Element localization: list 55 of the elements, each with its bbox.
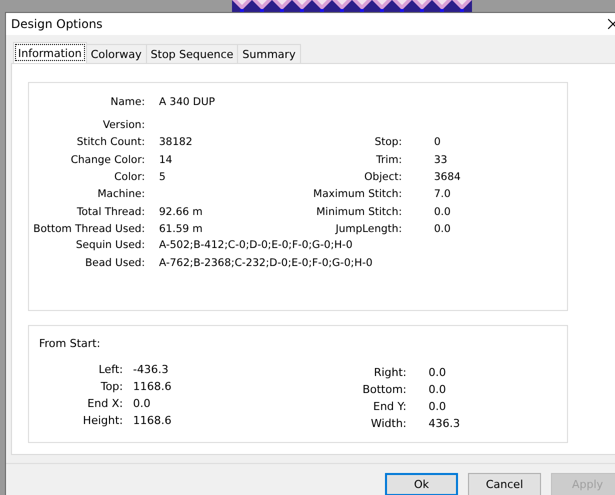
tab[interactable]: Information	[13, 42, 87, 64]
field-value: 0.0	[428, 366, 447, 380]
field-label: Trim:	[375, 154, 402, 166]
field-label: Total Thread:	[76, 206, 145, 218]
field-value: A-502;B-412;C-0;D-0;E-0;F-0;G-0;H-0	[159, 239, 354, 252]
tab[interactable]: Summary	[237, 44, 301, 64]
field-label: Height:	[82, 414, 123, 428]
field-value: 1168.6	[133, 380, 172, 394]
field-value: 92.66 m	[159, 206, 204, 218]
field-value: 436.3	[428, 417, 460, 430]
tab[interactable]: Stop Sequence	[146, 44, 238, 64]
field-label: Change Color:	[70, 154, 145, 166]
field-value: 0.0	[428, 383, 447, 396]
field-value: 38182	[159, 136, 194, 148]
field-label: Stop:	[374, 136, 402, 148]
field-value: 0.0	[133, 397, 152, 410]
window-title: Design Options	[11, 17, 103, 32]
field-value: 14	[159, 154, 174, 166]
dialog-button[interactable]: Ok	[385, 473, 458, 495]
field-label: Stitch Count:	[76, 136, 145, 148]
field-value: 1168.6	[133, 414, 172, 428]
field-label: Left:	[98, 363, 123, 376]
field-label: Version:	[102, 118, 145, 131]
field-value: 61.59 m	[159, 223, 204, 236]
field-label: JumpLength:	[334, 223, 402, 236]
field-value: 0.0	[434, 206, 452, 218]
field-value: 5	[159, 171, 167, 184]
field-label: Object:	[363, 171, 402, 184]
field-label: Machine:	[96, 188, 145, 200]
field-value: -436.3	[133, 363, 170, 376]
field-value: 0.0	[428, 400, 447, 414]
field-label: End X:	[86, 397, 123, 410]
field-value: 7.0	[434, 188, 452, 200]
field-label: Color:	[113, 171, 145, 184]
field-label: Name:	[109, 96, 145, 108]
field-label: End Y:	[372, 400, 406, 414]
field-value: 33	[434, 154, 448, 166]
field-label: Bottom:	[361, 383, 406, 396]
field-value: 0	[434, 136, 442, 148]
close-icon[interactable]	[608, 19, 615, 30]
field-label: Maximum Stitch:	[312, 188, 402, 200]
field-label: Bead Used:	[84, 256, 145, 269]
field-label: Width:	[370, 417, 406, 430]
dialog-button[interactable]: Cancel	[468, 473, 541, 495]
field-value: A 340 DUP	[159, 96, 216, 108]
field-value: A-762;B-2368;C-232;D-0;E-0;F-0;G-0;H-0	[159, 256, 374, 269]
field-value: 0.0	[434, 223, 452, 236]
tab[interactable]: Colorway	[86, 44, 147, 64]
field-label: Bottom Thread Used:	[32, 223, 145, 236]
field-value: 3684	[434, 171, 462, 184]
field-label: Right:	[372, 366, 406, 380]
field-label: Minimum Stitch:	[315, 206, 402, 218]
field-label: Top:	[100, 380, 123, 394]
field-label: Sequin Used:	[74, 239, 145, 252]
section-title: From Start:	[39, 337, 102, 350]
